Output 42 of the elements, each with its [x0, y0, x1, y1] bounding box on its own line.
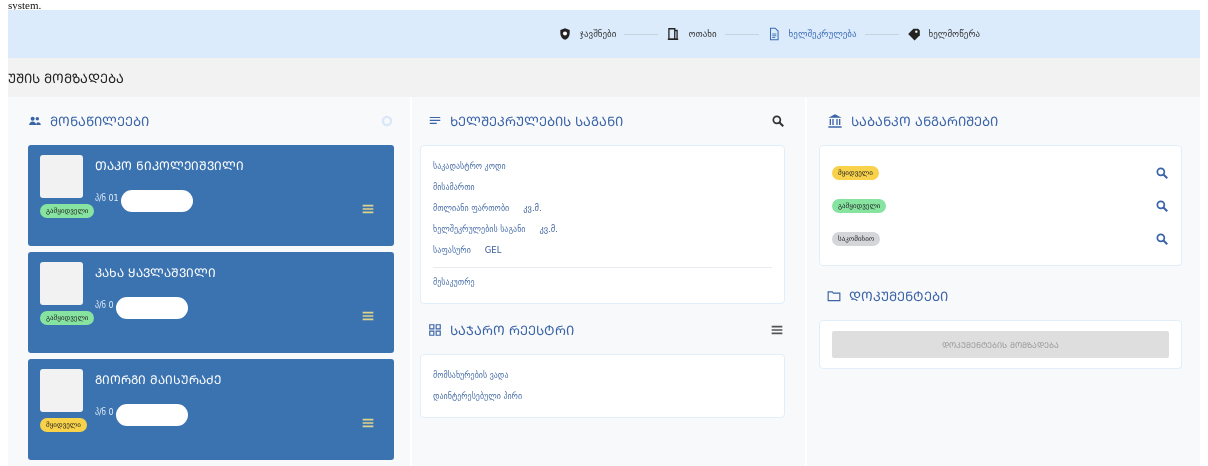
tag-icon	[906, 27, 921, 42]
id-number: პ/ნ 01	[95, 193, 119, 203]
avatar	[40, 369, 83, 412]
folder-icon	[827, 289, 841, 303]
avatar	[40, 155, 83, 198]
page-title: ᲣᲨᲘᲡ ᲛᲝᲛᲖᲐᲓᲔᲑᲐ	[8, 69, 125, 87]
grid-icon	[428, 323, 442, 337]
field-label: საკადასტრო კოდი	[433, 160, 506, 173]
participant-name: ᲙᲐᲮᲐ ᲧᲐᲕᲚᲐᲨᲕᲘᲚᲘ	[95, 265, 217, 281]
section-title: ᲮᲔᲚᲨᲔᲙᲠᲣᲚᲔᲑᲘᲡ ᲡᲐᲒᲐᲜᲘ	[450, 113, 625, 130]
field-label: მომსახურების ვადა	[433, 369, 509, 382]
participant-name: ᲗᲐᲙᲝ ᲜᲘᲙᲝᲚᲔᲘᲨᲕᲘᲚᲘ	[95, 158, 245, 174]
field-label: ხელშეკრულების საგანი	[433, 223, 526, 236]
step-label[interactable]: ჯავშნები	[579, 29, 617, 40]
field-unit: GEL	[484, 244, 502, 257]
section-title: ᲓᲝᲙᲣᲛᲔᲜᲢᲔᲑᲘ	[849, 288, 949, 305]
shield-icon	[557, 27, 572, 42]
search-icon[interactable]	[1155, 165, 1169, 180]
door-icon	[666, 27, 681, 42]
step-label[interactable]: ხელმოწერა	[928, 29, 981, 40]
section-title: ᲡᲐᲑᲐᲜᲙᲝ ᲐᲜᲒᲐᲠᲘᲨᲔᲑᲘ	[851, 113, 1000, 130]
field-label: მთლიანი ფართობი	[433, 202, 510, 215]
participant-name: ᲒᲘᲝᲠᲒᲘ ᲛᲐᲘᲡᲣᲠᲐᲫᲔ	[95, 372, 222, 388]
id-number: პ/ნ 0	[95, 300, 114, 310]
search-icon[interactable]	[1155, 231, 1169, 246]
people-icon	[28, 114, 42, 128]
section-title: ᲡᲐᲯᲐᲠᲝ ᲠᲔᲔᲡᲢᲠᲘ	[450, 322, 576, 339]
section-title: ᲛᲝᲜᲐᲬᲘᲚᲔᲔᲑᲘ	[50, 113, 150, 130]
bank-icon	[827, 113, 843, 129]
avatar	[40, 262, 83, 305]
field-label: დაინტერესებული პირი	[433, 390, 523, 403]
search-icon[interactable]	[771, 114, 785, 128]
field-label: მესაკუთრე	[433, 276, 475, 289]
field-unit: კვ.მ.	[539, 223, 558, 236]
field-label: საფასური	[433, 244, 471, 257]
field-label: მისამართი	[433, 181, 475, 194]
field-unit: კვ.მ.	[523, 202, 542, 215]
id-number: პ/ნ 0	[95, 407, 114, 417]
search-icon[interactable]	[1155, 198, 1169, 213]
document-text: system.	[8, 0, 43, 10]
step-label[interactable]: ოთახი	[688, 29, 717, 40]
step-label[interactable]: ხელშეკრულება	[788, 29, 857, 40]
